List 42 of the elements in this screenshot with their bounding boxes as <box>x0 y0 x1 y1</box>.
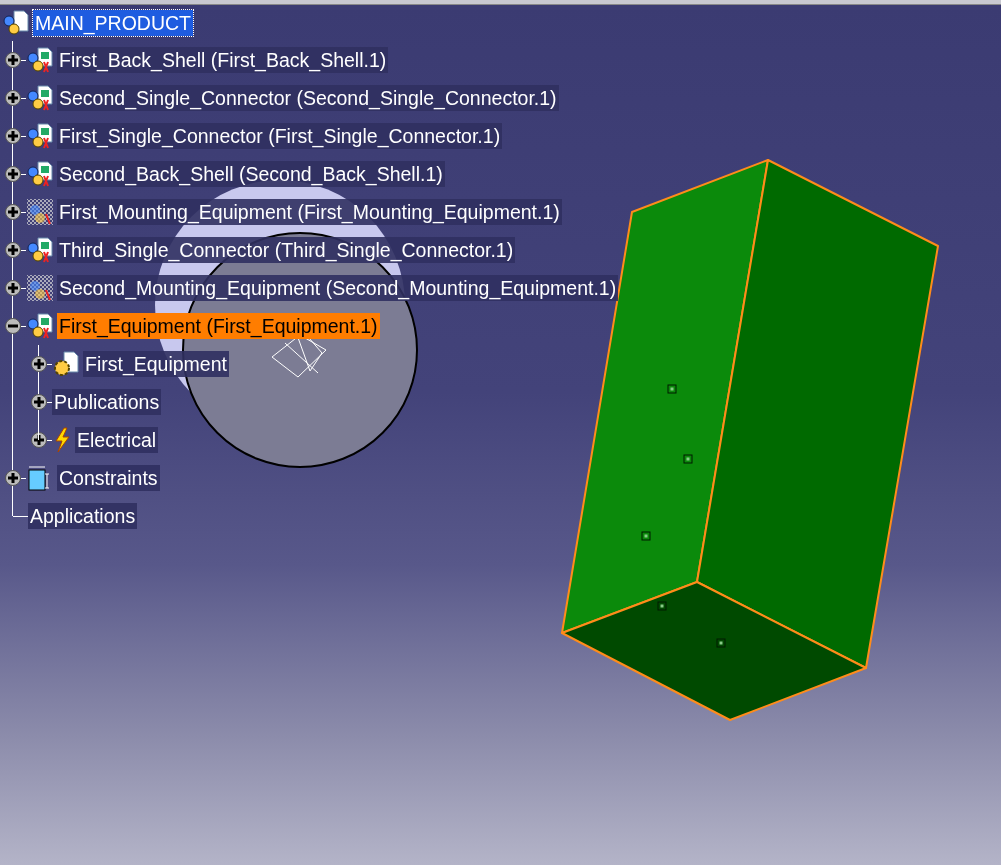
product-icon <box>2 9 30 37</box>
point-marker <box>667 384 677 394</box>
assembly-icon <box>26 160 54 188</box>
tree-item[interactable]: Publications <box>52 389 162 415</box>
point-marker <box>657 601 667 611</box>
expand-button[interactable] <box>5 128 21 144</box>
tree-item[interactable]: Constraints <box>57 465 160 491</box>
checkered-icon <box>26 198 54 226</box>
tree-item[interactable]: First_Equipment <box>83 351 229 377</box>
tree-item[interactable]: First_Single_Connector (First_Single_Connector.1) <box>57 123 503 149</box>
assembly-icon <box>26 122 54 150</box>
assembly-icon <box>26 236 54 264</box>
expand-button[interactable] <box>5 470 21 486</box>
tree-item[interactable]: First_Equipment (First_Equipment.1) <box>57 313 380 339</box>
point-marker <box>641 531 651 541</box>
expand-button[interactable] <box>5 280 21 296</box>
expand-button[interactable] <box>31 394 47 410</box>
expand-button[interactable] <box>31 356 47 372</box>
gear-document-icon <box>52 350 80 378</box>
tree-item[interactable]: Second_Back_Shell (Second_Back_Shell.1) <box>57 161 445 187</box>
point-marker <box>683 454 693 464</box>
tree-item[interactable]: Third_Single_Connector (Third_Single_Connector.1) <box>57 237 516 263</box>
tree-item[interactable]: Second_Mounting_Equipment (Second_Mounting_Equipment.1) <box>57 275 619 301</box>
lightning-icon <box>52 427 72 453</box>
collapse-button[interactable] <box>5 318 21 334</box>
assembly-icon <box>26 46 54 74</box>
expand-button[interactable] <box>5 242 21 258</box>
checkered-icon <box>26 274 54 302</box>
expand-button[interactable] <box>31 432 47 448</box>
expand-button[interactable] <box>5 166 21 182</box>
tree-item[interactable]: Second_Single_Connector (Second_Single_Connector.1) <box>57 85 559 111</box>
assembly-icon <box>26 84 54 112</box>
tree-item[interactable]: Applications <box>28 503 138 529</box>
expand-button[interactable] <box>5 204 21 220</box>
tree-item[interactable]: First_Back_Shell (First_Back_Shell.1) <box>57 47 389 73</box>
assembly-icon <box>26 312 54 340</box>
tree-item[interactable]: MAIN_PRODUCT <box>33 10 193 36</box>
point-marker <box>716 638 726 648</box>
expand-button[interactable] <box>5 90 21 106</box>
tree-item[interactable]: Electrical <box>75 427 159 453</box>
expand-button[interactable] <box>5 52 21 68</box>
tree-item[interactable]: First_Mounting_Equipment (First_Mounting_Equipment.1) <box>57 199 562 225</box>
